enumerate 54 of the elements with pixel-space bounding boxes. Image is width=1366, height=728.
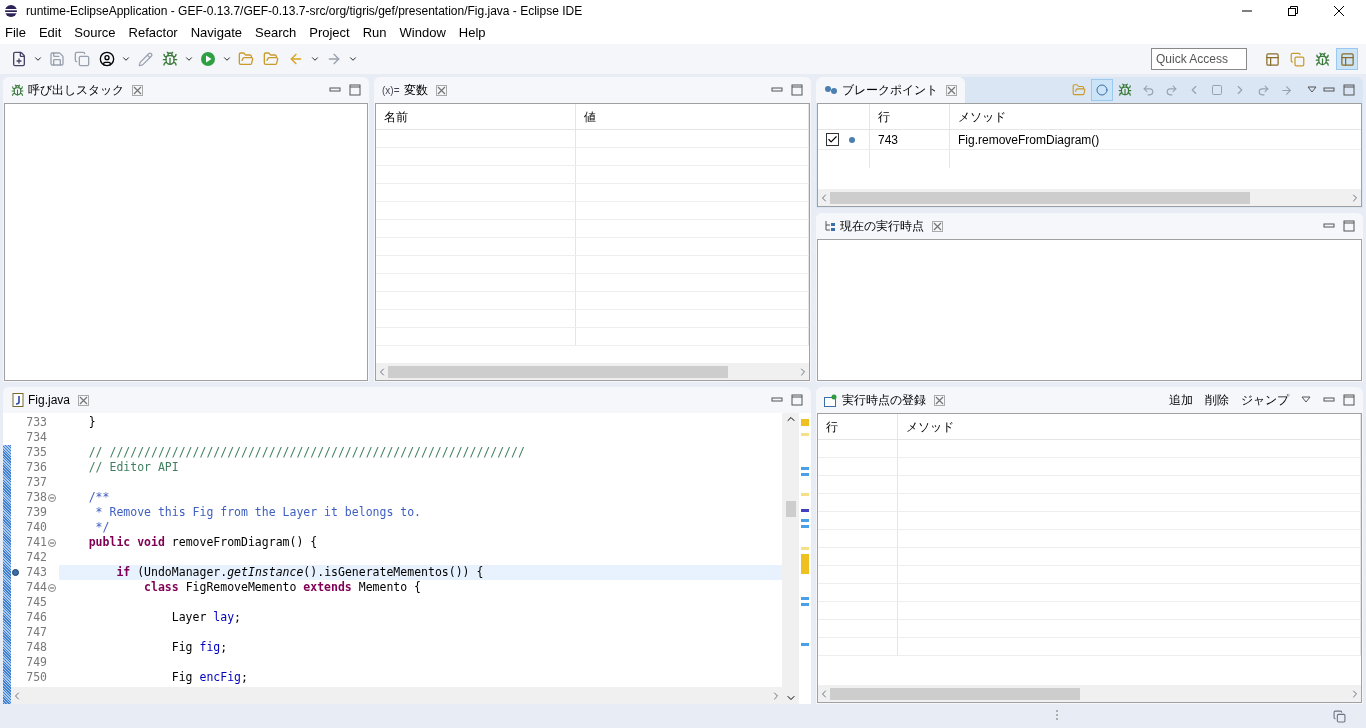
menu-item[interactable]: Help — [457, 23, 487, 43]
toolbar-button[interactable]: 削除 — [1205, 391, 1229, 409]
line-number: 736 — [26, 460, 47, 475]
menu-item[interactable]: Window — [398, 23, 447, 43]
line-number: 748 — [26, 640, 47, 655]
code-line: * Remove this Fig from the Layer it belongs to. — [94, 505, 423, 520]
quick-access-field[interactable]: Quick Access — [1151, 48, 1247, 70]
line-number: 738 — [26, 490, 47, 505]
line-number: 737 — [26, 475, 47, 490]
column-header[interactable]: メソッド — [950, 104, 1361, 129]
line-number: 735 — [26, 445, 47, 460]
toolbar-button[interactable]: 追加 — [1169, 391, 1193, 409]
code-line: Layer lay; — [170, 610, 243, 625]
column-header[interactable]: メソッド — [898, 414, 1361, 439]
code-line: class FigRemoveMemento extends Memento { — [143, 580, 423, 595]
line-number: 743 — [26, 565, 47, 580]
line-number: 750 — [26, 670, 47, 685]
line-number: 739 — [26, 505, 47, 520]
line-number: 749 — [26, 655, 47, 670]
code-line: Fig fig; — [170, 640, 229, 655]
code-line: } — [87, 415, 97, 430]
column-header[interactable]: 行 — [870, 104, 950, 129]
line-number: 740 — [26, 520, 47, 535]
menu-item[interactable]: File — [4, 23, 27, 43]
line-number: 747 — [26, 625, 47, 640]
line-number: 741 — [26, 535, 47, 550]
code-line: // Editor API — [87, 460, 180, 475]
line-number: 734 — [26, 430, 47, 445]
table-cell: 743 — [870, 130, 950, 149]
line-number: 745 — [26, 595, 47, 610]
menu-item[interactable]: Refactor — [127, 23, 179, 43]
code-line: Fig encFig; — [170, 670, 249, 685]
variable-icon: (x)= — [382, 82, 400, 98]
menu-item[interactable]: Project — [308, 23, 351, 43]
view-tab[interactable]: ブレークポイント — [816, 77, 965, 103]
line-number: 742 — [26, 550, 47, 565]
column-header[interactable]: 値 — [576, 104, 809, 129]
table-cell-text: Fig.removeFromDiagram() — [957, 131, 1101, 149]
code-line: // //////////////////////////////////////////////////////////// — [87, 445, 526, 460]
code-line: public void removeFromDiagram() { — [87, 535, 319, 550]
line-number: 746 — [26, 610, 47, 625]
menu-item[interactable]: Navigate — [189, 23, 243, 43]
code-line: /** — [87, 490, 111, 505]
line-number: 744 — [26, 580, 47, 595]
line-number: 733 — [26, 415, 47, 430]
menu-item[interactable]: Source — [73, 23, 117, 43]
code-line: */ — [94, 520, 111, 535]
menu-item[interactable]: Run — [361, 23, 388, 43]
menu-item[interactable]: Edit — [37, 23, 63, 43]
menu-item[interactable]: Search — [254, 23, 298, 43]
column-header[interactable]: 名前 — [376, 104, 576, 129]
column-header[interactable]: 行 — [818, 414, 898, 439]
toolbar-button[interactable]: ジャンプ — [1241, 391, 1289, 409]
window-title: runtime-EclipseApplication - GEF-0.13.7/GEF-0.13.7-src/org/tigris/gef/presentation/Fig.java - Eclipse IDE — [26, 3, 584, 20]
